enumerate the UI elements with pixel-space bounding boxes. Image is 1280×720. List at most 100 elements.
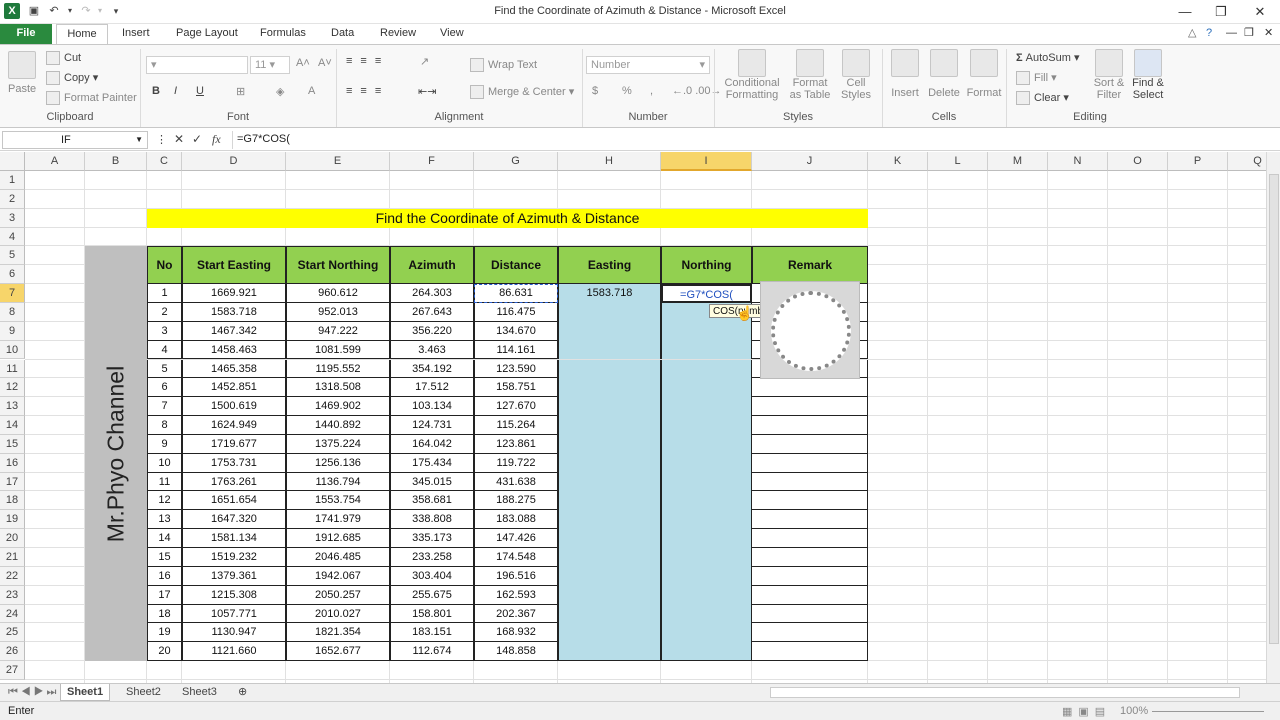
column-header-m[interactable]: M (988, 152, 1048, 171)
cell-styles-button[interactable]: Cell Styles (838, 49, 874, 101)
easting-cell[interactable] (558, 359, 661, 379)
indent-icon[interactable]: ⇤⇥ (418, 85, 436, 98)
table-cell[interactable]: 8 (147, 416, 182, 435)
tab-insert[interactable]: Insert (114, 24, 158, 44)
table-cell[interactable]: 20 (147, 642, 182, 662)
table-cell[interactable]: 19 (147, 623, 182, 643)
delete-cells-button[interactable]: Delete (926, 49, 962, 99)
table-cell[interactable]: 358.681 (390, 491, 474, 511)
remark-cell[interactable] (752, 604, 868, 624)
table-cell[interactable]: 335.173 (390, 529, 474, 548)
comma-button[interactable]: , (650, 85, 653, 97)
easting-cell[interactable] (558, 529, 661, 548)
table-cell[interactable]: 11 (147, 472, 182, 492)
table-cell[interactable]: 134.670 (474, 321, 558, 341)
row-header-27[interactable]: 27 (0, 661, 25, 680)
table-cell[interactable]: 1581.134 (182, 529, 286, 548)
sheet-tab-2[interactable]: Sheet2 (120, 684, 167, 701)
clear-button[interactable]: Clear ▾ (1016, 91, 1069, 106)
column-header-c[interactable]: C (147, 152, 182, 171)
worksheet-grid[interactable]: A B C D E F G H I J K L M N O P Q 1 2 3 4 5 6 7 8 9 10 11 12 13 14 15 16… (0, 152, 1266, 683)
row-header-3[interactable]: 3 (0, 208, 25, 228)
table-cell[interactable]: 2 (147, 302, 182, 322)
table-cell[interactable]: 16 (147, 566, 182, 586)
confirm-entry-button[interactable]: ✓ (192, 132, 202, 146)
font-color-icon[interactable]: A (308, 85, 315, 97)
easting-cell[interactable] (558, 340, 661, 360)
table-cell[interactable]: 1651.654 (182, 491, 286, 511)
row-header-15[interactable]: 15 (0, 434, 25, 454)
row-header-19[interactable]: 19 (0, 510, 25, 530)
remark-cell[interactable] (752, 378, 868, 398)
table-header-remark[interactable]: Remark (752, 246, 868, 285)
table-cell[interactable]: 127.670 (474, 397, 558, 417)
row-header-14[interactable]: 14 (0, 416, 25, 435)
column-header-b[interactable]: B (85, 152, 147, 171)
column-header-f[interactable]: F (390, 152, 474, 171)
table-cell[interactable]: 1379.361 (182, 566, 286, 586)
table-cell[interactable]: 1465.358 (182, 359, 286, 379)
row-header-26[interactable]: 26 (0, 642, 25, 662)
row-header-24[interactable]: 24 (0, 604, 25, 624)
sheet-tab-3[interactable]: Sheet3 (176, 684, 223, 701)
table-cell[interactable]: 123.861 (474, 434, 558, 454)
table-cell[interactable]: 1136.794 (286, 472, 390, 492)
table-cell[interactable]: 196.516 (474, 566, 558, 586)
easting-cell[interactable] (558, 434, 661, 454)
doc-close-icon[interactable]: ✕ (1256, 24, 1280, 44)
table-cell[interactable]: 123.590 (474, 359, 558, 379)
fill-color-icon[interactable]: ◈ (276, 85, 284, 98)
table-cell[interactable]: 1942.067 (286, 566, 390, 586)
close-button[interactable]: ✕ (1245, 2, 1275, 22)
conditional-formatting-button[interactable]: Conditional Formatting (722, 49, 782, 101)
table-cell[interactable]: 3.463 (390, 340, 474, 360)
column-header-h[interactable]: H (558, 152, 661, 171)
table-cell[interactable]: 112.674 (390, 642, 474, 662)
easting-cell[interactable] (558, 566, 661, 586)
row-header-12[interactable]: 12 (0, 378, 25, 398)
vertical-scroll-thumb[interactable] (1269, 174, 1279, 644)
table-cell[interactable]: 1057.771 (182, 604, 286, 624)
easting-cell[interactable] (558, 416, 661, 435)
number-format-select[interactable]: Number ▾ (586, 56, 710, 74)
table-cell[interactable]: 162.593 (474, 585, 558, 605)
remark-cell[interactable] (752, 472, 868, 492)
northing-cell[interactable] (661, 510, 752, 530)
tab-formulas[interactable]: Formulas (252, 24, 314, 44)
table-cell[interactable]: 1256.136 (286, 453, 390, 473)
table-header-no[interactable]: No (147, 246, 182, 285)
remark-cell[interactable] (752, 566, 868, 586)
underline-button[interactable]: U (196, 85, 204, 97)
cut-button[interactable]: Cut (46, 51, 81, 65)
northing-cell[interactable] (661, 623, 752, 643)
font-size-select[interactable]: 11 ▾ (250, 56, 290, 74)
northing-cell[interactable]: =G7*COS( (661, 284, 752, 303)
formula-input[interactable]: =G7*COS( (232, 131, 1262, 149)
table-cell[interactable]: 15 (147, 548, 182, 567)
table-cell[interactable]: 1500.619 (182, 397, 286, 417)
name-box[interactable]: IF ▼ (2, 131, 148, 149)
zoom-slider[interactable] (1152, 711, 1264, 712)
northing-cell[interactable] (661, 434, 752, 454)
row-header-4[interactable]: 4 (0, 227, 25, 247)
table-cell[interactable]: 13 (147, 510, 182, 530)
merge-center-button[interactable]: Merge & Center ▾ (470, 85, 574, 100)
table-cell[interactable]: 114.161 (474, 340, 558, 360)
easting-cell[interactable] (558, 397, 661, 417)
northing-cell[interactable] (661, 416, 752, 435)
table-cell[interactable]: 267.643 (390, 302, 474, 322)
minimize-button[interactable]: — (1170, 2, 1200, 22)
column-header-k[interactable]: K (868, 152, 928, 171)
table-cell[interactable]: 952.013 (286, 302, 390, 322)
table-cell[interactable]: 7 (147, 397, 182, 417)
easting-cell[interactable] (558, 453, 661, 473)
table-cell[interactable]: 115.264 (474, 416, 558, 435)
table-cell[interactable]: 17.512 (390, 378, 474, 398)
remark-cell[interactable] (752, 416, 868, 435)
find-select-button[interactable]: Find & Select (1130, 49, 1166, 101)
table-cell[interactable]: 1583.718 (182, 302, 286, 322)
horizontal-align-icons[interactable]: ≡≡≡ (346, 85, 389, 97)
table-cell[interactable]: 1469.902 (286, 397, 390, 417)
horizontal-scrollbar[interactable] (770, 687, 1240, 698)
remark-cell[interactable] (752, 453, 868, 473)
